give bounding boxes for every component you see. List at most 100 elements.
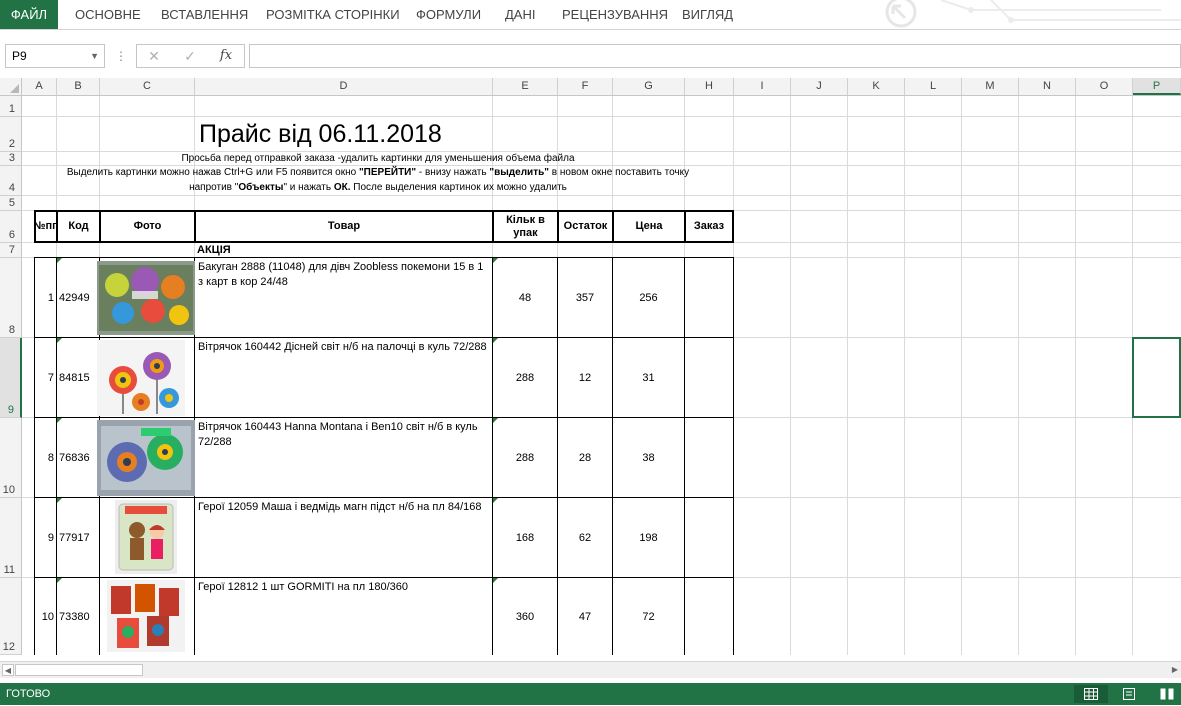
- product-photo[interactable]: [115, 500, 177, 574]
- cell-stock[interactable]: 47: [558, 578, 612, 655]
- tab-page-layout[interactable]: РОЗМІТКА СТОРІНКИ: [266, 0, 400, 29]
- pinwheel-pack-icon: [97, 420, 195, 496]
- column-header-o[interactable]: O: [1076, 78, 1133, 95]
- cell-code[interactable]: 73380: [57, 578, 99, 655]
- normal-view-icon[interactable]: [1074, 685, 1108, 703]
- cell-number[interactable]: 9: [35, 498, 56, 577]
- cell-price[interactable]: 198: [613, 498, 684, 577]
- row-header-4[interactable]: 4: [0, 166, 22, 196]
- column-header-b[interactable]: B: [57, 78, 100, 95]
- scroll-left-icon[interactable]: ◀: [2, 664, 14, 676]
- horizontal-scrollbar[interactable]: ◀ ▶: [0, 661, 1181, 678]
- tab-file[interactable]: ФАЙЛ: [0, 0, 58, 29]
- cell-number[interactable]: 1: [35, 258, 56, 337]
- tab-review[interactable]: РЕЦЕНЗУВАННЯ: [562, 0, 668, 29]
- ribbon-decoration-icon: [885, 0, 1181, 28]
- cell-code[interactable]: 76836: [57, 418, 99, 497]
- cell-product-name[interactable]: Герої 12812 1 шт GORMITI на пл 180/360: [195, 578, 492, 655]
- product-photo[interactable]: [97, 261, 195, 335]
- cell-pack-qty[interactable]: 288: [493, 418, 557, 497]
- cell-order[interactable]: [685, 578, 733, 655]
- formula-input[interactable]: [249, 44, 1181, 68]
- chevron-down-icon[interactable]: ▼: [90, 45, 99, 67]
- cell-pack-qty[interactable]: 360: [493, 578, 557, 655]
- note-text: - внизу нажать: [416, 167, 490, 178]
- scroll-right-icon[interactable]: ▶: [1169, 664, 1181, 676]
- cell-code[interactable]: 77917: [57, 498, 99, 577]
- worksheet-grid[interactable]: Прайс від 06.11.2018 Просьба перед отпра…: [22, 96, 1181, 655]
- column-header-a[interactable]: A: [22, 78, 57, 95]
- page-break-view-icon[interactable]: [1150, 685, 1181, 703]
- row-header-8[interactable]: 8: [0, 258, 22, 338]
- row-header-3[interactable]: 3: [0, 152, 22, 166]
- row-header-9[interactable]: 9: [0, 338, 22, 418]
- cell-product-name[interactable]: Вітрячок 160442 Дісней світ н/б на палоч…: [195, 338, 492, 417]
- product-photo[interactable]: [97, 340, 185, 416]
- tab-formulas[interactable]: ФОРМУЛИ: [416, 0, 481, 29]
- page-layout-view-icon[interactable]: [1112, 685, 1146, 703]
- cell-order[interactable]: [685, 418, 733, 497]
- cell-product-name[interactable]: Бакуган 2888 (11048) для дівч Zoobless п…: [195, 258, 492, 337]
- column-header-f[interactable]: F: [558, 78, 613, 95]
- cell-code[interactable]: 84815: [57, 338, 99, 417]
- cell-stock[interactable]: 12: [558, 338, 612, 417]
- cell-pack-qty[interactable]: 48: [493, 258, 557, 337]
- row-header-6[interactable]: 6: [0, 211, 22, 243]
- column-headers: A B C D E F G H I J K L M N O P: [0, 78, 1181, 96]
- cell-stock[interactable]: 62: [558, 498, 612, 577]
- column-header-l[interactable]: L: [905, 78, 962, 95]
- cell-number[interactable]: 10: [35, 578, 56, 655]
- tab-insert[interactable]: ВСТАВЛЕННЯ: [161, 0, 248, 29]
- enter-icon[interactable]: ✓: [175, 45, 205, 67]
- cell-order[interactable]: [685, 498, 733, 577]
- formula-bar-grip-icon[interactable]: ⋮: [115, 44, 127, 68]
- column-header-m[interactable]: M: [962, 78, 1019, 95]
- insert-function-button[interactable]: fx: [211, 45, 241, 67]
- row-header-1[interactable]: 1: [0, 96, 22, 117]
- cell-stock[interactable]: 357: [558, 258, 612, 337]
- cell-code[interactable]: 42949: [57, 258, 99, 337]
- cell-price[interactable]: 31: [613, 338, 684, 417]
- cell-stock[interactable]: 28: [558, 418, 612, 497]
- status-bar: ГОТОВО: [0, 683, 1181, 705]
- cell-price[interactable]: 72: [613, 578, 684, 655]
- row-header-5[interactable]: 5: [0, 196, 22, 211]
- active-cell-p9[interactable]: [1132, 337, 1181, 418]
- tab-view[interactable]: ВИГЛЯД: [682, 0, 733, 29]
- cell-number[interactable]: 8: [35, 418, 56, 497]
- cell-price[interactable]: 256: [613, 258, 684, 337]
- cell-price[interactable]: 38: [613, 418, 684, 497]
- cell-pack-qty[interactable]: 288: [493, 338, 557, 417]
- row-header-7[interactable]: 7: [0, 243, 22, 258]
- column-header-e[interactable]: E: [493, 78, 558, 95]
- note-text: После выделения картинок их можно удалит…: [350, 182, 567, 193]
- cell-number[interactable]: 7: [35, 338, 56, 417]
- cell-order[interactable]: [685, 258, 733, 337]
- cell-order[interactable]: [685, 338, 733, 417]
- column-header-h[interactable]: H: [685, 78, 734, 95]
- row-header-2[interactable]: 2: [0, 117, 22, 152]
- row-header-10[interactable]: 10: [0, 418, 22, 498]
- cell-product-name[interactable]: Герої 12059 Маша і ведмідь магн підст н/…: [195, 498, 492, 577]
- cancel-icon[interactable]: ✕: [139, 45, 169, 67]
- scrollbar-thumb[interactable]: [15, 664, 143, 676]
- row-header-11[interactable]: 11: [0, 498, 22, 578]
- column-header-k[interactable]: K: [848, 78, 905, 95]
- product-photo[interactable]: [107, 580, 185, 652]
- column-header-j[interactable]: J: [791, 78, 848, 95]
- product-photo[interactable]: [97, 420, 195, 496]
- name-box[interactable]: P9 ▼: [5, 44, 105, 68]
- header-stock: Остаток: [559, 212, 614, 241]
- row-header-12[interactable]: 12: [0, 578, 22, 655]
- cell-pack-qty[interactable]: 168: [493, 498, 557, 577]
- column-header-p[interactable]: P: [1133, 78, 1181, 95]
- column-header-g[interactable]: G: [613, 78, 685, 95]
- column-header-i[interactable]: I: [734, 78, 791, 95]
- tab-home[interactable]: ОСНОВНЕ: [75, 0, 141, 29]
- column-header-n[interactable]: N: [1019, 78, 1076, 95]
- tab-data[interactable]: ДАНІ: [505, 0, 535, 29]
- cell-product-name[interactable]: Вітрячок 160443 Hanna Montana і Ben10 св…: [195, 418, 492, 497]
- column-header-d[interactable]: D: [195, 78, 493, 95]
- select-all-button[interactable]: [0, 78, 22, 95]
- column-header-c[interactable]: C: [100, 78, 195, 95]
